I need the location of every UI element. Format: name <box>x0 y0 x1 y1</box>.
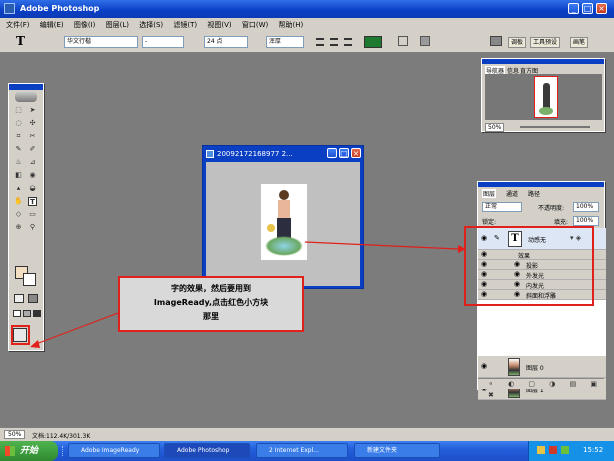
taskbar-item-imageready[interactable]: Adobe ImageReady <box>68 443 160 458</box>
start-button[interactable]: 开始 <box>0 441 58 461</box>
taskbar-item-folder[interactable]: 新建文件夹 <box>354 443 440 458</box>
status-zoom[interactable]: 50% <box>4 430 26 439</box>
tray-icon[interactable] <box>549 446 557 454</box>
tray-icon[interactable] <box>561 446 569 454</box>
clock[interactable]: 15:52 <box>583 446 603 454</box>
windows-logo-icon <box>5 446 15 456</box>
arrowhead-layers <box>458 245 466 253</box>
arrowhead-jump <box>30 340 40 348</box>
tray-icon[interactable] <box>537 446 545 454</box>
taskbar-item-label: Adobe ImageReady <box>81 447 140 454</box>
annotation-arrows <box>30 241 466 348</box>
taskbar-item-label: 新建文件夹 <box>367 447 398 454</box>
taskbar-item-label: 2 Internet Expl... <box>269 447 319 454</box>
status-bar: 50% 文档:112.4K/301.3K <box>0 427 614 441</box>
taskbar-item-ie[interactable]: 2 Internet Expl... <box>256 443 348 458</box>
taskbar-item-photoshop[interactable]: Adobe Photoshop <box>164 443 250 458</box>
status-doc-size: 文档:112.4K/301.3K <box>32 433 91 440</box>
system-tray: 15:52 <box>528 441 614 461</box>
quicklaunch-bar <box>62 446 66 456</box>
arrow-to-layers <box>304 241 459 250</box>
arrow-to-jump-button <box>35 312 119 345</box>
taskbar-item-label: Adobe Photoshop <box>177 447 230 454</box>
start-label: 开始 <box>20 446 39 456</box>
